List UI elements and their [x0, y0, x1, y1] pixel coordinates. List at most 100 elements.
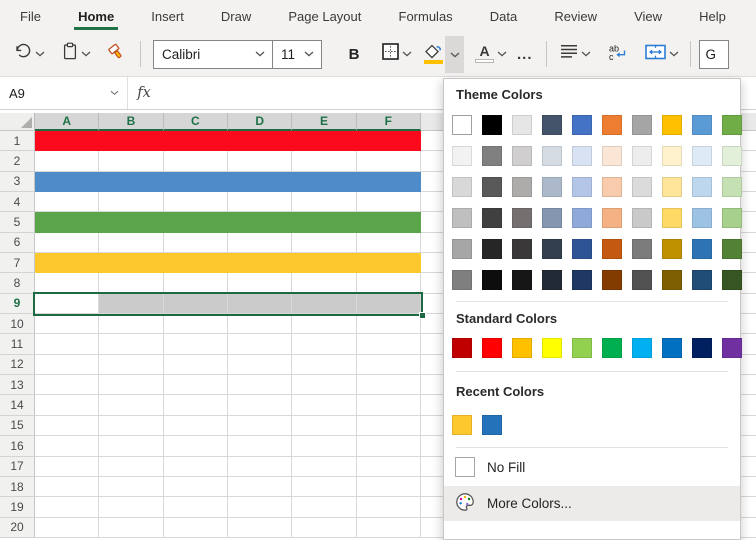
column-header-d[interactable]: D	[228, 113, 292, 131]
cell-E17[interactable]	[292, 457, 356, 477]
column-header-f[interactable]: F	[357, 113, 421, 131]
standard-color-swatch[interactable]	[482, 338, 502, 358]
menu-item-view[interactable]: View	[632, 0, 664, 32]
menu-item-page-layout[interactable]: Page Layout	[286, 0, 363, 32]
cell-E9[interactable]	[292, 294, 356, 314]
cell-C15[interactable]	[164, 416, 228, 436]
menu-item-formulas[interactable]: Formulas	[397, 0, 455, 32]
fx-icon[interactable]: fx	[128, 85, 160, 101]
cell-D9[interactable]	[228, 294, 292, 314]
theme-color-swatch[interactable]	[512, 115, 532, 135]
fill-handle[interactable]	[419, 312, 426, 319]
cell-B15[interactable]	[99, 416, 163, 436]
select-all-icon[interactable]	[0, 113, 35, 131]
theme-color-swatch[interactable]	[572, 270, 592, 290]
theme-color-swatch[interactable]	[632, 239, 652, 259]
cell-D10[interactable]	[228, 314, 292, 334]
cell-A3[interactable]	[35, 172, 99, 192]
cell-B3[interactable]	[99, 172, 163, 192]
cell-C17[interactable]	[164, 457, 228, 477]
cell-C10[interactable]	[164, 314, 228, 334]
row-header-12[interactable]: 12	[0, 355, 35, 375]
theme-color-swatch[interactable]	[662, 177, 682, 197]
theme-color-swatch[interactable]	[452, 270, 472, 290]
cell-A13[interactable]	[35, 375, 99, 395]
cell-B6[interactable]	[99, 233, 163, 253]
merge-cells-button[interactable]	[645, 44, 679, 65]
menu-item-review[interactable]: Review	[552, 0, 599, 32]
cell-A20[interactable]	[35, 518, 99, 538]
theme-color-swatch[interactable]	[512, 208, 532, 228]
menu-item-help[interactable]: Help	[697, 0, 728, 32]
theme-color-swatch[interactable]	[662, 146, 682, 166]
theme-color-swatch[interactable]	[662, 270, 682, 290]
row-header-9[interactable]: 9	[0, 294, 35, 314]
cell-B8[interactable]	[99, 273, 163, 293]
cell-F16[interactable]	[357, 436, 421, 456]
bold-button[interactable]: B	[342, 46, 366, 63]
cell-F5[interactable]	[357, 212, 421, 232]
cell-A5[interactable]	[35, 212, 99, 232]
cell-F17[interactable]	[357, 457, 421, 477]
menu-item-file[interactable]: File	[18, 0, 43, 32]
standard-color-swatch[interactable]	[722, 338, 742, 358]
cell-D3[interactable]	[228, 172, 292, 192]
cell-C4[interactable]	[164, 192, 228, 212]
cell-B19[interactable]	[99, 497, 163, 517]
name-box[interactable]: A9	[0, 77, 128, 109]
cell-A19[interactable]	[35, 497, 99, 517]
cell-A7[interactable]	[35, 253, 99, 273]
cell-E18[interactable]	[292, 477, 356, 497]
cell-E5[interactable]	[292, 212, 356, 232]
cell-F8[interactable]	[357, 273, 421, 293]
cell-E12[interactable]	[292, 355, 356, 375]
cell-D12[interactable]	[228, 355, 292, 375]
chevron-down-icon[interactable]	[581, 51, 591, 57]
cell-A2[interactable]	[35, 151, 99, 171]
cell-A14[interactable]	[35, 395, 99, 415]
fill-color-dropdown-open[interactable]	[445, 36, 464, 73]
format-painter-button[interactable]	[106, 43, 127, 66]
row-header-2[interactable]: 2	[0, 151, 35, 171]
theme-color-swatch[interactable]	[452, 177, 472, 197]
cell-E16[interactable]	[292, 436, 356, 456]
cell-F6[interactable]	[357, 233, 421, 253]
cell-E4[interactable]	[292, 192, 356, 212]
theme-color-swatch[interactable]	[572, 115, 592, 135]
row-header-15[interactable]: 15	[0, 416, 35, 436]
cell-F2[interactable]	[357, 151, 421, 171]
cell-B1[interactable]	[99, 131, 163, 151]
font-name-select[interactable]: Calibri	[153, 40, 273, 69]
menu-item-home[interactable]: Home	[76, 0, 116, 32]
cell-D6[interactable]	[228, 233, 292, 253]
theme-color-swatch[interactable]	[602, 270, 622, 290]
theme-color-swatch[interactable]	[482, 208, 502, 228]
cell-C18[interactable]	[164, 477, 228, 497]
cell-D13[interactable]	[228, 375, 292, 395]
fill-color-button[interactable]	[424, 36, 464, 73]
theme-color-swatch[interactable]	[452, 115, 472, 135]
cell-F13[interactable]	[357, 375, 421, 395]
theme-color-swatch[interactable]	[662, 239, 682, 259]
cell-B12[interactable]	[99, 355, 163, 375]
standard-color-swatch[interactable]	[512, 338, 532, 358]
chevron-down-icon[interactable]	[402, 51, 412, 57]
cell-D16[interactable]	[228, 436, 292, 456]
theme-color-swatch[interactable]	[542, 270, 562, 290]
row-header-3[interactable]: 3	[0, 172, 35, 192]
cell-D4[interactable]	[228, 192, 292, 212]
theme-color-swatch[interactable]	[512, 239, 532, 259]
chevron-down-icon[interactable]	[255, 51, 265, 57]
theme-color-swatch[interactable]	[632, 177, 652, 197]
cell-C16[interactable]	[164, 436, 228, 456]
cell-C3[interactable]	[164, 172, 228, 192]
standard-color-swatch[interactable]	[452, 338, 472, 358]
cell-F19[interactable]	[357, 497, 421, 517]
cell-D14[interactable]	[228, 395, 292, 415]
cell-C11[interactable]	[164, 334, 228, 354]
font-color-button[interactable]: A	[475, 45, 507, 63]
font-size-select[interactable]: 11	[272, 40, 322, 69]
row-header-13[interactable]: 13	[0, 375, 35, 395]
cell-B7[interactable]	[99, 253, 163, 273]
column-header-e[interactable]: E	[292, 113, 356, 131]
